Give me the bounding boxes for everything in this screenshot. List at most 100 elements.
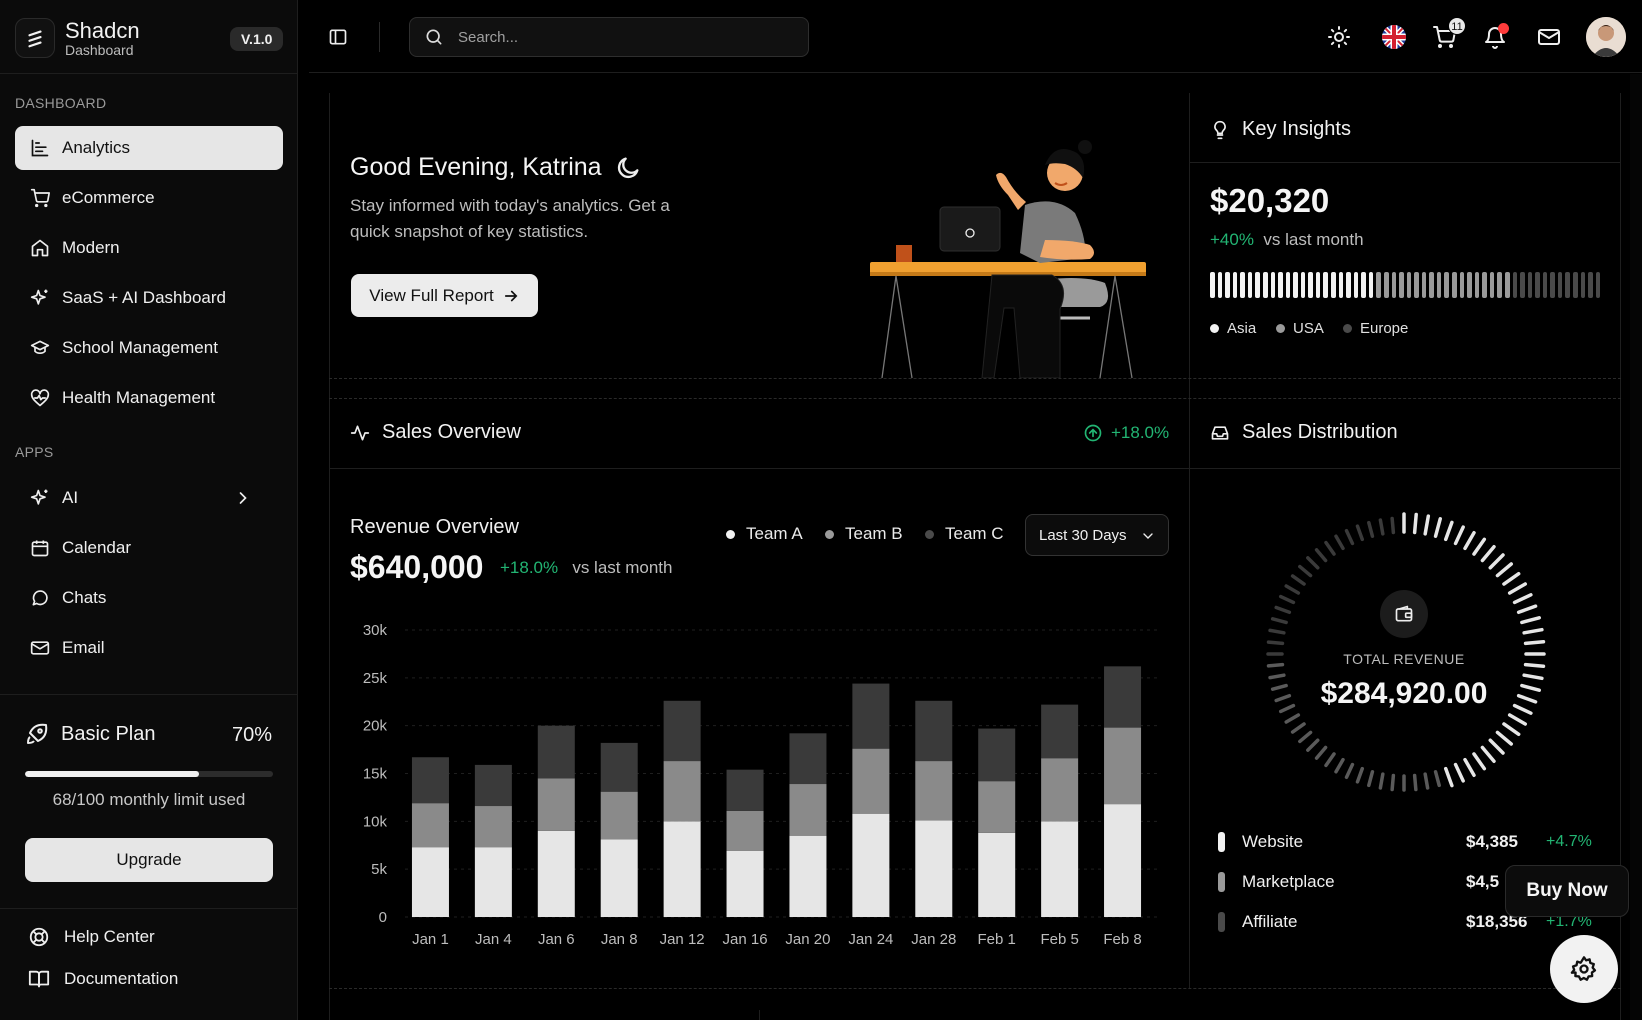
sidebar-item-label: AI [62,488,79,507]
view-full-report-button[interactable]: View Full Report [351,274,538,317]
gauge-tick [1367,520,1375,538]
legend-label: USA [1293,320,1324,337]
region-bar-segment [1406,272,1412,298]
rocket-icon [27,723,48,744]
y-tick-label: 20k [363,718,388,735]
sidebar-item-ecommerce[interactable]: eCommerce [15,176,283,220]
column-divider [1189,93,1190,988]
region-bar-segment [1542,272,1548,298]
sidebar-item-calendar[interactable]: Calendar [15,526,283,570]
notifications-button[interactable] [1483,23,1509,49]
row-divider [329,988,1621,989]
mail-button[interactable] [1536,25,1562,49]
legend-dot [825,529,834,539]
sidebar-item-analytics[interactable]: Analytics [15,126,283,170]
brand-logo-icon [15,18,55,58]
region-bar-segment [1293,272,1298,298]
region-bar-segment [1383,272,1389,298]
cart-button[interactable]: 11 [1432,17,1466,49]
sidebar-item-label: Email [62,638,105,657]
help-center-label: Help Center [64,927,155,946]
gauge-tick [1324,540,1336,556]
bar-segment [663,821,701,917]
sidebar-item-label: Analytics [62,138,131,157]
sidebar-item-email[interactable]: Email [15,626,283,670]
legend-label: Team A [746,524,803,543]
avatar[interactable] [1586,17,1626,57]
gauge-tick [1412,512,1418,535]
region-distribution-bars [1210,272,1601,298]
buy-now-button[interactable]: Buy Now [1505,865,1629,917]
gauge-tick [1290,574,1306,586]
gauge-tick [1344,528,1355,546]
sidebar-item-health-management[interactable]: Health Management [15,376,283,420]
section-title-apps: APPS [15,444,54,460]
region-bar-segment [1270,272,1276,298]
revenue-change-suffix: vs last month [572,558,673,577]
x-tick-label: Jan 4 [475,931,512,945]
scrollbar[interactable] [1630,74,1642,1020]
region-bar-segment [1353,272,1359,298]
region-bar-segment [1504,272,1510,298]
sidebar-item-chats[interactable]: Chats [15,576,283,620]
settings-button[interactable] [1550,935,1618,1003]
distribution-name: Website [1242,832,1304,851]
region-bar-segment [1520,272,1525,298]
documentation-link[interactable]: Documentation [28,968,178,990]
card-header-divider [1189,162,1621,163]
sidebar-item-modern[interactable]: Modern [15,226,283,270]
gauge-tick [1290,722,1306,734]
gauge-tick [1433,770,1441,788]
mail-icon [1538,29,1560,45]
region-bar-segment [1444,272,1449,298]
help-center-link[interactable]: Help Center [28,926,155,948]
distribution-marker [1218,832,1225,852]
key-insights-change-value: +40% [1210,230,1254,249]
region-bar-segment [1315,272,1321,298]
sidebar-item-ai[interactable]: AI [15,476,283,520]
region-bar-segment [1580,272,1586,298]
region-bar-segment [1300,272,1306,298]
date-range-select[interactable]: Last 30 Days [1025,514,1169,556]
sidebar-item-label: Modern [62,238,120,257]
sidebar-item-label: eCommerce [62,188,155,207]
card-header-divider [329,468,1621,469]
distribution-name: Marketplace [1242,872,1335,891]
sales-overview-change-value: +18.0% [1111,423,1170,442]
legend-label: Europe [1360,320,1409,337]
gauge-tick [1266,640,1285,646]
distribution-name: Affiliate [1242,912,1298,931]
legend-label: Team B [845,524,903,543]
bar-segment [1104,727,1142,805]
upgrade-button[interactable]: Upgrade [25,838,273,882]
gauge-tick [1523,640,1546,646]
region-bar-segment [1240,272,1245,298]
gauge-tick [1298,730,1313,744]
search-box[interactable] [409,17,809,57]
legend-dot [925,529,934,539]
gauge-tick [1520,616,1541,625]
gauge-tick [1268,628,1286,635]
bar-segment [915,761,953,821]
region-bar-segment [1467,272,1472,298]
legend-label: Asia [1227,320,1257,337]
bar-segment [978,728,1016,782]
theme-toggle-button[interactable] [1327,25,1351,49]
sidebar-item-saas-ai[interactable]: SaaS + AI Dashboard [15,276,283,320]
y-tick-label: 5k [371,861,387,878]
x-tick-label: Jan 16 [723,931,768,945]
home-icon [31,239,49,257]
documentation-label: Documentation [64,969,179,988]
bar-segment [789,835,827,917]
brand-header[interactable]: Shadcn Dashboard V.1.0 [0,0,298,74]
x-tick-label: Feb 8 [1103,931,1141,945]
language-button[interactable] [1381,24,1407,50]
sidebar-item-school-management[interactable]: School Management [15,326,283,370]
x-tick-label: Jan 8 [601,931,638,945]
legend-label: Team C [945,524,1004,543]
bar-segment [474,806,512,848]
legend-dot [1343,324,1352,333]
key-insights-change: +40% vs last month [1210,230,1364,250]
sidebar-toggle-button[interactable] [327,26,349,48]
search-input[interactable] [458,28,778,46]
